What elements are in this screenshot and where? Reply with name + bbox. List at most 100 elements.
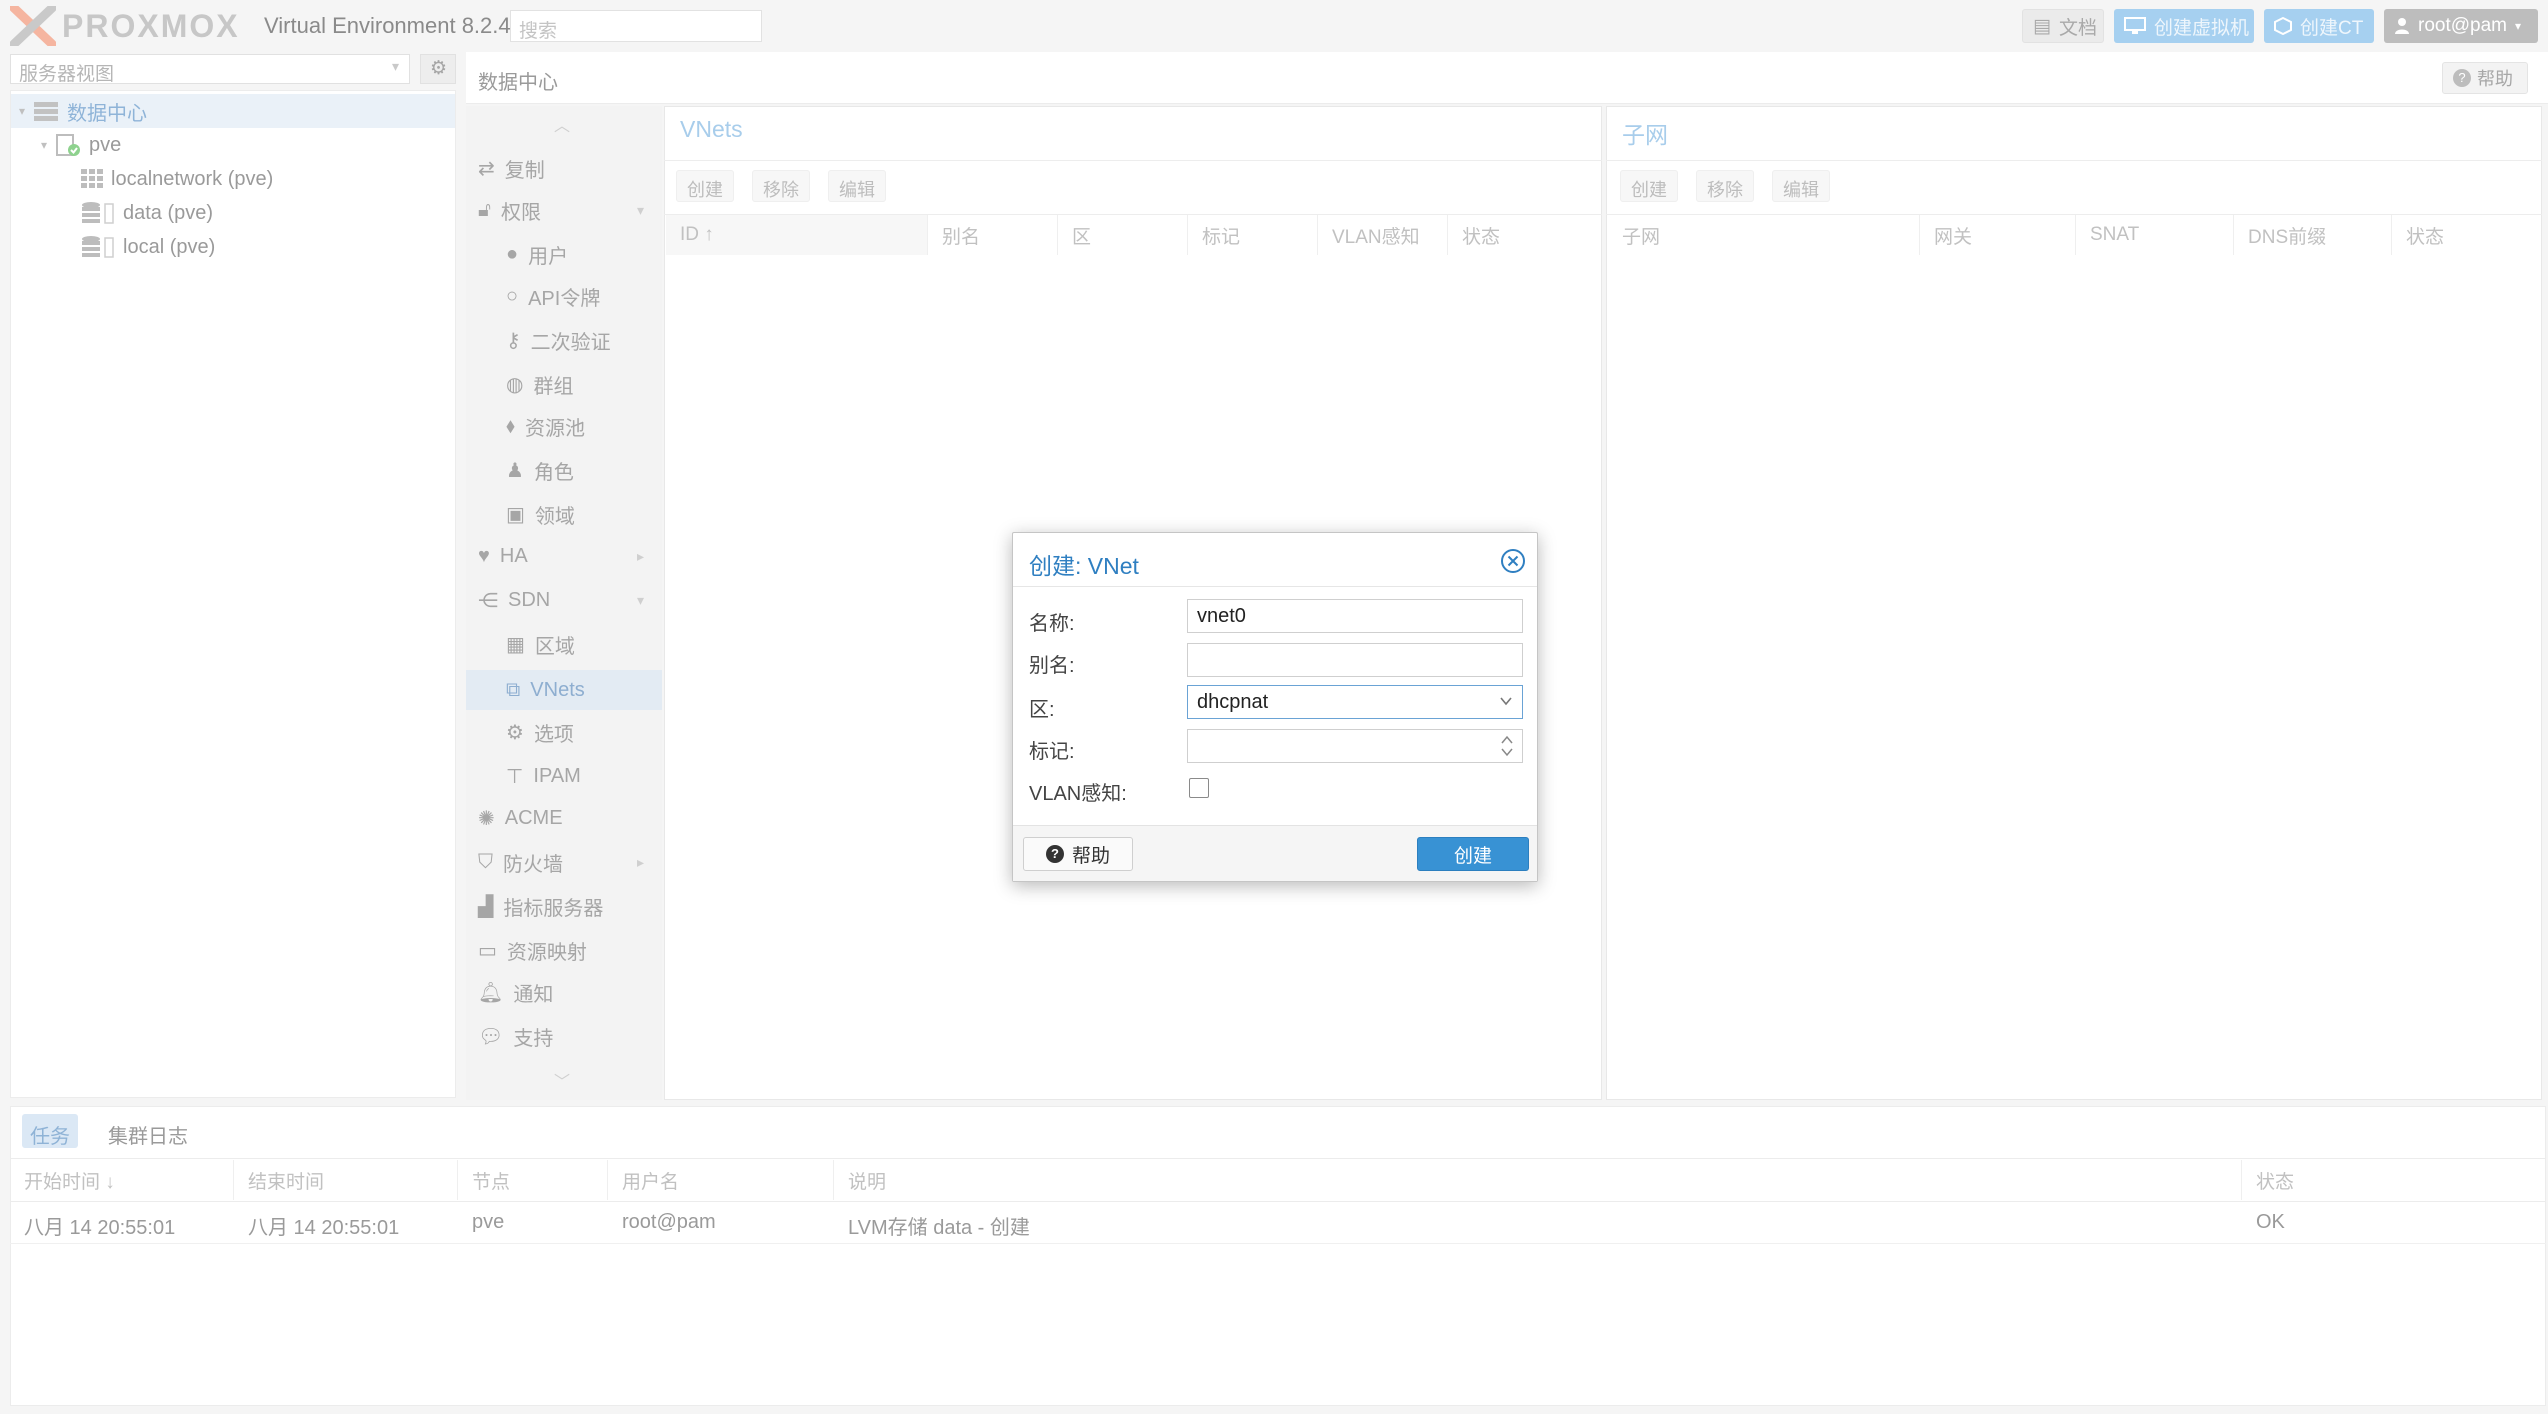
scroll-down-icon[interactable]: ﹀ [554,1068,570,1092]
tab-tasks[interactable]: 任务 [22,1114,78,1148]
nav-item-users[interactable]: ● 用户 [466,234,662,274]
tag-stepper[interactable] [1187,729,1523,763]
vnets-title: VNets [680,116,743,142]
chevron-down-icon: ▾ [41,138,48,152]
server-view-select[interactable]: 服务器视图 ▾ [10,54,410,85]
col-start-time[interactable]: 开始时间 ↓ [10,1160,234,1200]
help-button[interactable]: ? 帮助 [2442,62,2528,94]
col-username[interactable]: 用户名 [608,1160,834,1200]
vnet-remove-button[interactable]: 移除 [752,170,810,202]
col-description[interactable]: 说明 [834,1160,2242,1200]
zone-select[interactable]: dhcpnat [1187,685,1523,719]
nav-item-groups[interactable]: ◍ 群组 [466,364,662,404]
task-end: 八月 14 20:55:01 [248,1217,400,1239]
create-vm-button[interactable]: 创建虚拟机 [2114,9,2254,43]
nav-item-zones[interactable]: ▦ 区域 [466,624,662,664]
col-status[interactable]: 状态 [2392,215,2540,255]
view-settings-button[interactable]: ⚙ [420,54,456,84]
subnet-create-button[interactable]: 创建 [1620,170,1678,202]
col-end-time[interactable]: 结束时间 [234,1160,458,1200]
task-start: 八月 14 20:55:01 [24,1217,176,1239]
col-node[interactable]: 节点 [458,1160,608,1200]
subnets-panel [1606,106,2542,1100]
tree-label: pve [89,133,122,156]
col-gateway[interactable]: 网关 [1920,215,2076,255]
alias-field[interactable] [1187,643,1523,677]
tree-item-localnetwork[interactable]: localnetwork (pve) [81,162,273,196]
tags-icon: ⬧ [506,414,515,437]
tab-cluster-log[interactable]: 集群日志 [100,1114,196,1148]
nav-item-realms[interactable]: ▣ 领域 [466,494,662,534]
tree-item-local[interactable]: local (pve) [81,230,215,264]
subnet-remove-button[interactable]: 移除 [1696,170,1754,202]
tree-label: localnetwork (pve) [111,167,274,190]
chevron-down-icon [1498,693,1514,709]
create-vnet-dialog: 创建: VNet 名称: vnet0 别名: 区: dhcpnat 标记: VL… [1012,532,1538,882]
nav-item-ha[interactable]: ♥ HA ▸ [466,536,662,576]
search-input[interactable]: 搜索 [510,10,762,42]
col-alias[interactable]: 别名 [928,215,1058,255]
user-menu-button[interactable]: root@pam ▾ [2384,9,2538,43]
nav-item-two-factor[interactable]: ⚷ 二次验证 [466,320,662,360]
tree-item-datacenter[interactable]: ▾ 数据中心 [11,94,455,128]
nav-item-metric-server[interactable]: ▟ 指标服务器 [466,886,662,926]
dialog-create-button[interactable]: 创建 [1417,837,1529,871]
tree-label: data (pve) [123,201,214,224]
docs-button[interactable]: ▤ 文档 [2022,9,2104,43]
tree-item-node-pve[interactable]: ▾ pve [41,128,121,162]
nav-label: 资源池 [525,417,585,440]
col-snat[interactable]: SNAT [2076,215,2234,255]
bell-icon: 🔔︎ [478,981,504,1004]
col-subnet[interactable]: 子网 [1608,215,1920,255]
nav-item-notifications[interactable]: 🔔︎ 通知 [466,972,662,1012]
name-field[interactable]: vnet0 [1187,599,1523,633]
nav-item-permissions[interactable]: 🔓︎ 权限 ▾ [466,190,662,230]
col-vlan-aware[interactable]: VLAN感知 [1318,215,1448,255]
close-icon[interactable] [1500,548,1526,574]
nav-label: ACME [504,806,563,829]
col-status[interactable]: 状态 [2242,1160,2542,1200]
server-view-value: 服务器视图 [19,64,115,85]
vnet-edit-button[interactable]: 编辑 [828,170,886,202]
nav-item-acme[interactable]: ✺ ACME [466,798,662,838]
nav-item-support[interactable]: 💬︎ 支持 [466,1016,662,1056]
scroll-up-icon[interactable]: ︿ [554,112,570,136]
product-version: Virtual Environment 8.2.4 [264,13,511,38]
gear-icon: ⚙ [430,58,448,79]
cube-icon [2274,17,2292,35]
chevron-down-icon: ▾ [391,58,399,74]
spinner-icon[interactable] [1500,734,1514,758]
create-ct-button[interactable]: 创建CT [2264,9,2374,43]
docs-label: 文档 [2058,17,2097,39]
nav-item-resource-mappings[interactable]: ▭ 资源映射 [466,930,662,970]
nav-label: 二次验证 [530,331,611,354]
nav-item-roles[interactable]: ♟ 角色 [466,450,662,490]
nav-label: 资源映射 [506,941,587,964]
create-vm-label: 创建虚拟机 [2154,17,2250,39]
nav-item-api-tokens[interactable]: ○ API令牌 [466,276,662,316]
nav-item-firewall[interactable]: ⛉ 防火墙 ▸ [466,842,662,882]
col-tag[interactable]: 标记 [1188,215,1318,255]
storage-icon [81,235,115,259]
vlan-aware-checkbox[interactable] [1189,778,1209,798]
user-outline-icon: ○ [506,284,519,307]
nav-item-vnets[interactable]: ⧉ VNets [466,670,662,710]
nav-label: 角色 [533,461,574,484]
male-icon: ♟ [506,459,524,482]
dialog-help-button[interactable]: ? 帮助 [1023,837,1133,871]
subnet-edit-button[interactable]: 编辑 [1772,170,1830,202]
col-dns-prefix[interactable]: DNS前缀 [2234,215,2392,255]
nav-item-ipam[interactable]: ⊤ IPAM [466,756,662,796]
col-zone[interactable]: 区 [1058,215,1188,255]
nav-item-pools[interactable]: ⬧ 资源池 [466,406,662,446]
tree-item-data[interactable]: data (pve) [81,196,213,230]
nav-label: 群组 [533,375,574,398]
nav-label: 支持 [513,1027,554,1050]
vnet-create-button[interactable]: 创建 [676,170,734,202]
nav-item-sdn[interactable]: ⋲ SDN ▾ [466,580,662,620]
nav-item-replication[interactable]: ⇄ 复制 [466,148,662,188]
col-status[interactable]: 状态 [1448,215,1600,255]
nav-item-options[interactable]: ⚙ 选项 [466,712,662,752]
storage-icon [81,201,115,225]
col-id[interactable]: ID ↑ [666,215,928,255]
